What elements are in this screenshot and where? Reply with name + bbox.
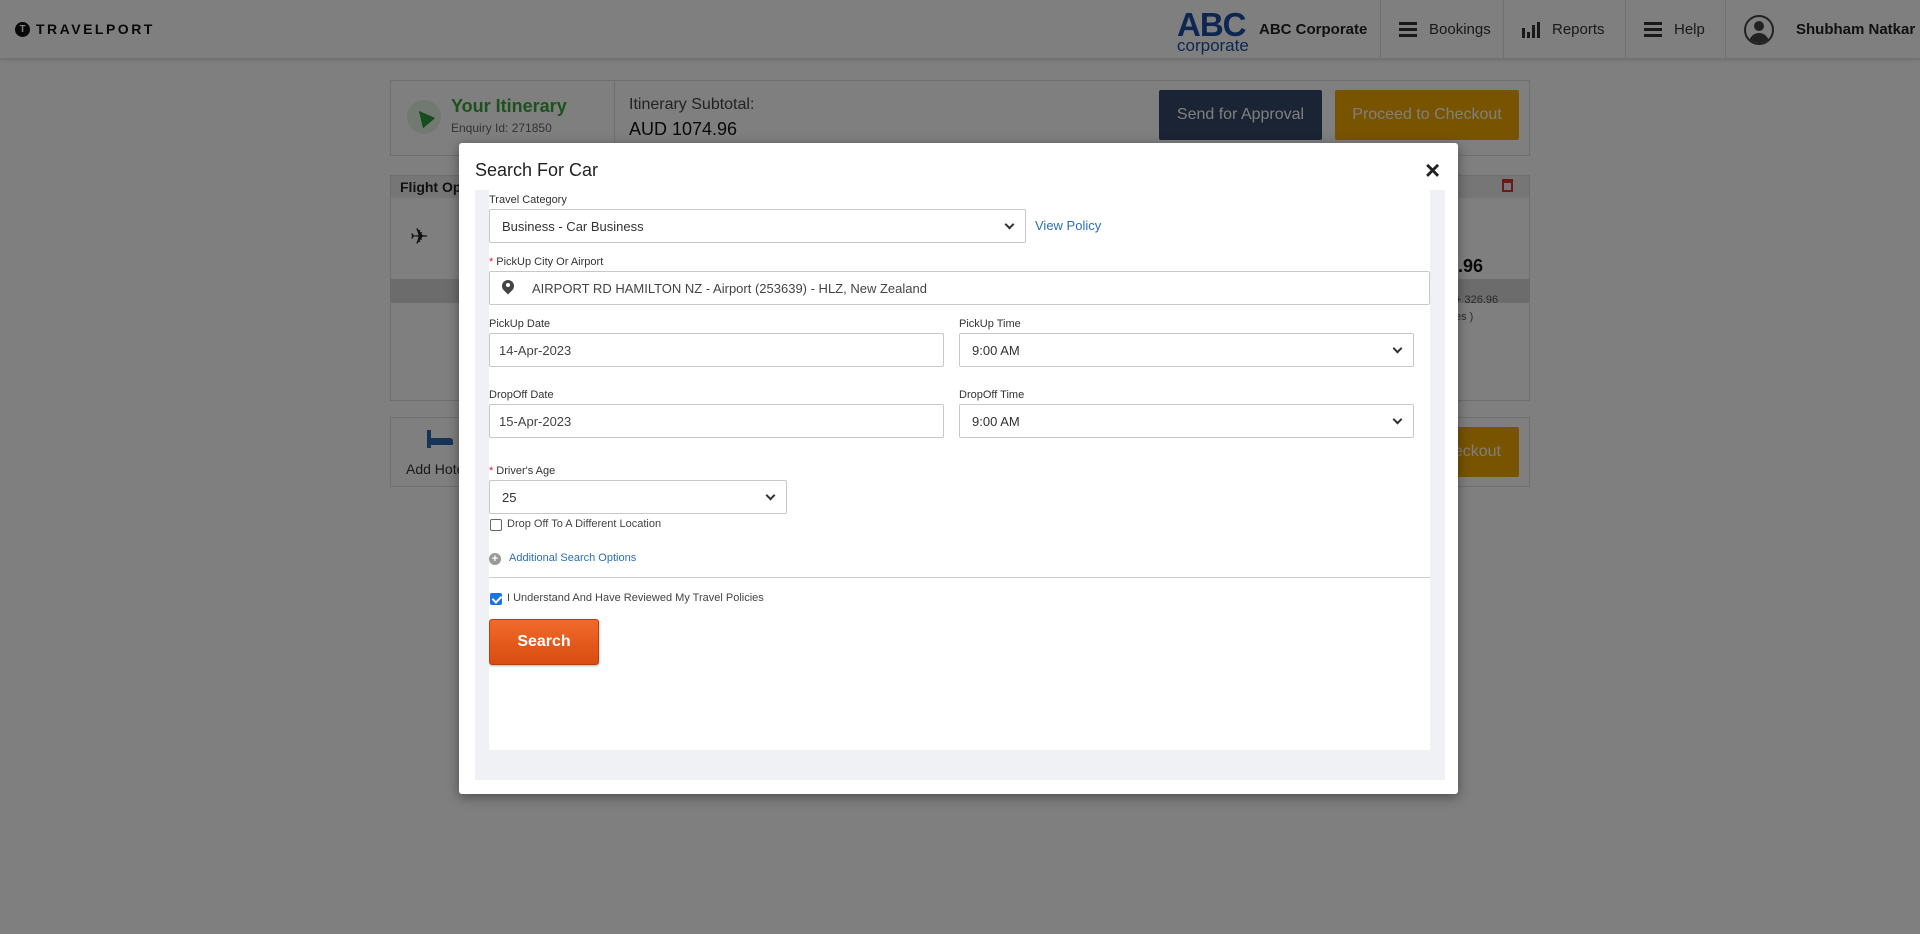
car-search-form: Travel Category Business - Car Business … bbox=[489, 190, 1430, 750]
dropoff-time-label: DropOff Time bbox=[959, 389, 1025, 401]
driver-age-label-text: Driver's Age bbox=[496, 465, 556, 477]
pickup-location-label-text: PickUp City Or Airport bbox=[496, 256, 604, 268]
travel-category-value: Business - Car Business bbox=[502, 218, 644, 234]
search-button[interactable]: Search bbox=[489, 619, 599, 665]
dropoff-date-value: 15-Apr-2023 bbox=[499, 413, 572, 429]
different-location-checkbox[interactable] bbox=[490, 519, 502, 531]
chevron-down-icon bbox=[1392, 343, 1403, 353]
policy-acknowledge-label: I Understand And Have Reviewed My Travel… bbox=[507, 592, 764, 604]
driver-age-label: * Driver's Age bbox=[489, 465, 556, 477]
driver-age-select[interactable]: 25 bbox=[489, 480, 787, 514]
plus-circle-icon[interactable]: + bbox=[489, 553, 501, 565]
travel-category-label: Travel Category bbox=[489, 194, 567, 206]
divider bbox=[489, 577, 1430, 578]
driver-age-value: 25 bbox=[502, 489, 517, 505]
pickup-time-label: PickUp Time bbox=[959, 318, 1021, 330]
pickup-time-value: 9:00 AM bbox=[972, 342, 1020, 358]
pickup-location-value: AIRPORT RD HAMILTON NZ - Airport (253639… bbox=[532, 280, 927, 296]
dropoff-time-select[interactable]: 9:00 AM bbox=[959, 404, 1414, 438]
close-icon[interactable]: × bbox=[1425, 157, 1440, 183]
dropoff-date-input[interactable]: 15-Apr-2023 bbox=[489, 404, 944, 438]
policy-acknowledge-checkbox[interactable] bbox=[490, 593, 502, 605]
view-policy-link[interactable]: View Policy bbox=[1035, 218, 1101, 233]
pickup-date-value: 14-Apr-2023 bbox=[499, 342, 572, 358]
pickup-location-input[interactable]: AIRPORT RD HAMILTON NZ - Airport (253639… bbox=[489, 271, 1430, 305]
pickup-time-select[interactable]: 9:00 AM bbox=[959, 333, 1414, 367]
chevron-down-icon bbox=[765, 490, 776, 500]
search-car-modal: Search For Car × Travel Category Busines… bbox=[459, 143, 1458, 794]
pickup-date-label: PickUp Date bbox=[489, 318, 551, 330]
modal-title: Search For Car bbox=[475, 160, 599, 180]
pickup-date-input[interactable]: 14-Apr-2023 bbox=[489, 333, 944, 367]
chevron-down-icon bbox=[1392, 414, 1403, 424]
location-pin-icon bbox=[502, 280, 514, 296]
chevron-down-icon bbox=[1004, 219, 1015, 229]
travel-category-select[interactable]: Business - Car Business bbox=[489, 209, 1026, 243]
dropoff-time-value: 9:00 AM bbox=[972, 413, 1020, 429]
pickup-location-label: * PickUp City Or Airport bbox=[489, 256, 604, 268]
different-location-label: Drop Off To A Different Location bbox=[507, 518, 662, 530]
dropoff-date-label: DropOff Date bbox=[489, 389, 554, 401]
additional-search-options-link[interactable]: Additional Search Options bbox=[509, 552, 636, 564]
